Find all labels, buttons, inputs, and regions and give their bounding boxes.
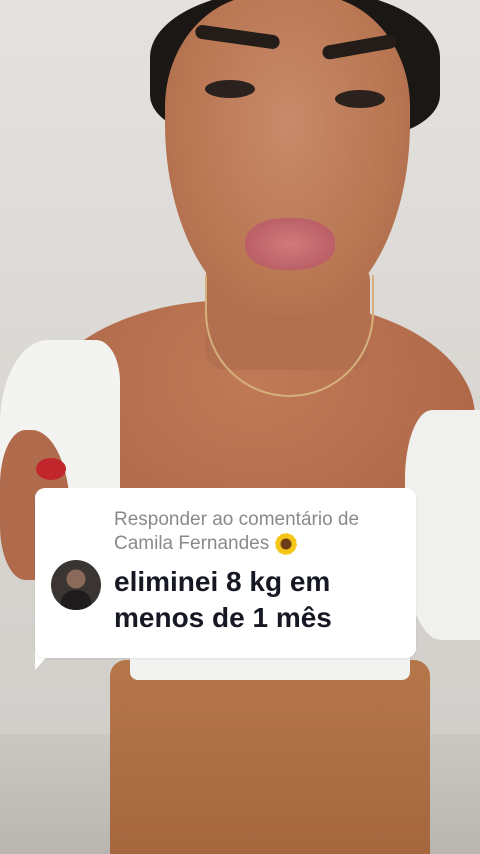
commenter-line: Camila Fernandes [114, 532, 409, 556]
right-eye [335, 90, 385, 108]
left-eye [205, 80, 255, 98]
commenter-name: Camila Fernandes [114, 533, 270, 554]
comment-text: eliminei 8 kg em menos de 1 mês [114, 566, 332, 633]
nail [36, 458, 66, 480]
avatar [51, 560, 101, 610]
reply-comment-bubble[interactable]: Responder ao comentário de Camila Fernan… [35, 488, 416, 658]
sunflower-icon [275, 533, 298, 555]
blouse-right-sleeve [405, 410, 480, 640]
reply-header: Responder ao comentário de Camila Fernan… [114, 508, 409, 556]
reply-header-prefix: Responder ao comentário de [114, 509, 360, 530]
video-background[interactable] [0, 0, 480, 854]
shorts [110, 660, 430, 854]
lips [245, 218, 335, 270]
